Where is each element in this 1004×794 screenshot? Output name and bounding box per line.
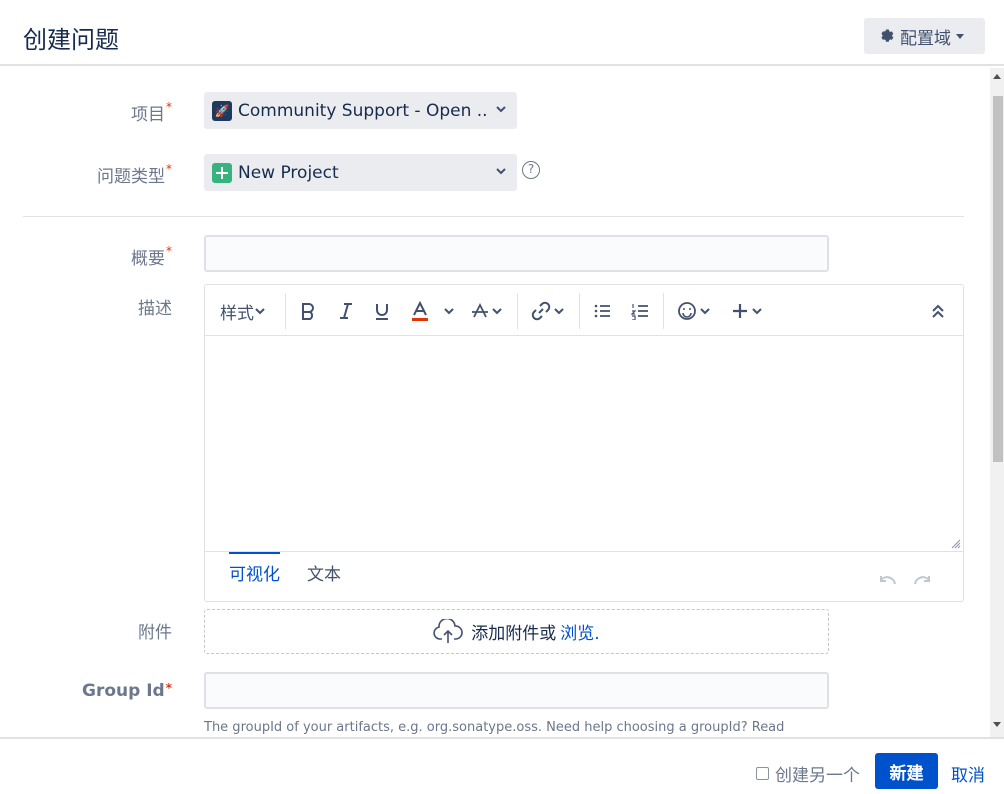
resize-handle-icon[interactable] [951, 539, 961, 549]
group-id-hint: The groupId of your artifacts, e.g. org.… [204, 720, 785, 735]
toolbar-separator [517, 293, 518, 329]
scrollbar[interactable] [990, 68, 1004, 737]
bullet-list-button[interactable] [593, 297, 611, 325]
plus-icon [733, 304, 747, 318]
required-asterisk: * [166, 162, 172, 176]
dialog-body[interactable]: 项目* 🚀 Community Support - Open ... 问题类型*… [0, 68, 990, 737]
dialog-title: 创建问题 [23, 26, 119, 54]
issue-type-label-text: 问题类型 [97, 167, 165, 187]
text-color-button[interactable] [411, 297, 455, 325]
description-editor: 样式 可视化 文本 [204, 284, 964, 602]
link-icon [531, 301, 551, 321]
redo-icon[interactable] [913, 574, 933, 588]
more-formatting-button[interactable] [471, 297, 503, 325]
numbered-list-icon [631, 304, 648, 320]
dialog-header: 创建问题 配置域 [0, 0, 1004, 66]
divider [23, 216, 964, 217]
collapse-toolbar-button[interactable] [931, 297, 945, 325]
cloud-upload-icon [433, 618, 464, 643]
text-style-label: 样式 [220, 303, 254, 324]
link-button[interactable] [531, 297, 565, 325]
create-another-checkbox[interactable]: 创建另一个 [756, 761, 860, 786]
cancel-link[interactable]: 取消 [951, 761, 985, 786]
chevron-down-icon [444, 308, 454, 315]
checkbox[interactable] [756, 767, 769, 780]
description-textarea[interactable] [205, 337, 963, 551]
insert-more-button[interactable] [731, 297, 763, 325]
project-value: Community Support - Open ... [238, 100, 488, 121]
attachment-label: 附件 [138, 623, 172, 643]
create-issue-dialog: 创建问题 配置域 项目* 🚀 Community Support - Open … [0, 0, 1004, 794]
editor-toolbar: 样式 [205, 285, 963, 336]
configure-fields-button[interactable]: 配置域 [864, 18, 985, 54]
text-color-icon [412, 301, 428, 321]
toolbar-separator [579, 293, 580, 329]
group-id-input[interactable] [204, 672, 829, 709]
tab-text[interactable]: 文本 [307, 560, 341, 585]
new-project-icon [212, 162, 232, 183]
project-label: 项目* [131, 100, 172, 125]
numbered-list-button[interactable] [631, 297, 649, 325]
chevron-down-icon [700, 308, 710, 315]
underline-button[interactable] [373, 297, 391, 325]
tab-visual[interactable]: 可视化 [229, 552, 280, 585]
editor-mode-tabs: 可视化 文本 [205, 551, 963, 601]
group-id-label-text: Group Id [82, 681, 165, 701]
scroll-up-icon[interactable] [993, 74, 1001, 79]
project-select[interactable]: 🚀 Community Support - Open ... [204, 92, 517, 129]
chevron-down-icon [554, 308, 564, 315]
browse-link[interactable]: 浏览. [560, 619, 599, 644]
italic-icon [340, 303, 352, 319]
italic-button[interactable] [337, 297, 355, 325]
required-asterisk: * [165, 681, 172, 695]
undo-icon[interactable] [877, 574, 897, 588]
configure-fields-label: 配置域 [900, 28, 951, 49]
summary-label: 概要* [131, 244, 172, 269]
attachment-dropzone[interactable]: 添加附件或 浏览. [204, 609, 829, 654]
gear-icon [881, 29, 894, 42]
summary-input[interactable] [204, 235, 829, 272]
emoji-button[interactable] [677, 297, 711, 325]
help-icon[interactable]: ? [522, 161, 540, 179]
issue-type-select[interactable]: New Project [204, 154, 517, 191]
issue-type-value: New Project [238, 162, 339, 183]
chevron-down-icon [255, 308, 265, 315]
create-button[interactable]: 新建 [875, 753, 938, 789]
dialog-footer: 创建另一个 新建 取消 [0, 737, 1004, 794]
bold-button[interactable] [299, 297, 317, 325]
text-style-dropdown[interactable]: 样式 [220, 297, 266, 325]
caret-down-icon [956, 33, 964, 39]
group-id-label: Group Id* [82, 681, 172, 701]
chevron-down-icon [492, 308, 502, 315]
create-another-label: 创建另一个 [775, 766, 860, 786]
required-asterisk: * [166, 244, 172, 258]
smiley-icon [678, 302, 696, 320]
project-label-text: 项目 [131, 105, 165, 125]
double-chevron-up-icon [932, 304, 944, 318]
chevron-down-icon [752, 308, 762, 315]
attachment-drop-text: 添加附件或 [471, 624, 557, 644]
bullet-list-icon [594, 304, 610, 318]
toolbar-separator [663, 293, 664, 329]
description-label: 描述 [138, 299, 172, 319]
issue-type-label: 问题类型* [97, 162, 172, 187]
scrollbar-thumb[interactable] [993, 96, 1003, 462]
bold-icon [302, 303, 314, 320]
chevron-down-icon [496, 106, 506, 113]
required-asterisk: * [166, 100, 172, 114]
rocket-icon: 🚀 [212, 100, 232, 121]
clear-formatting-icon [472, 302, 488, 318]
scroll-down-icon[interactable] [993, 722, 1001, 727]
underline-icon [376, 304, 388, 320]
summary-label-text: 概要 [131, 249, 165, 269]
chevron-down-icon [496, 168, 506, 175]
toolbar-separator [285, 293, 286, 329]
